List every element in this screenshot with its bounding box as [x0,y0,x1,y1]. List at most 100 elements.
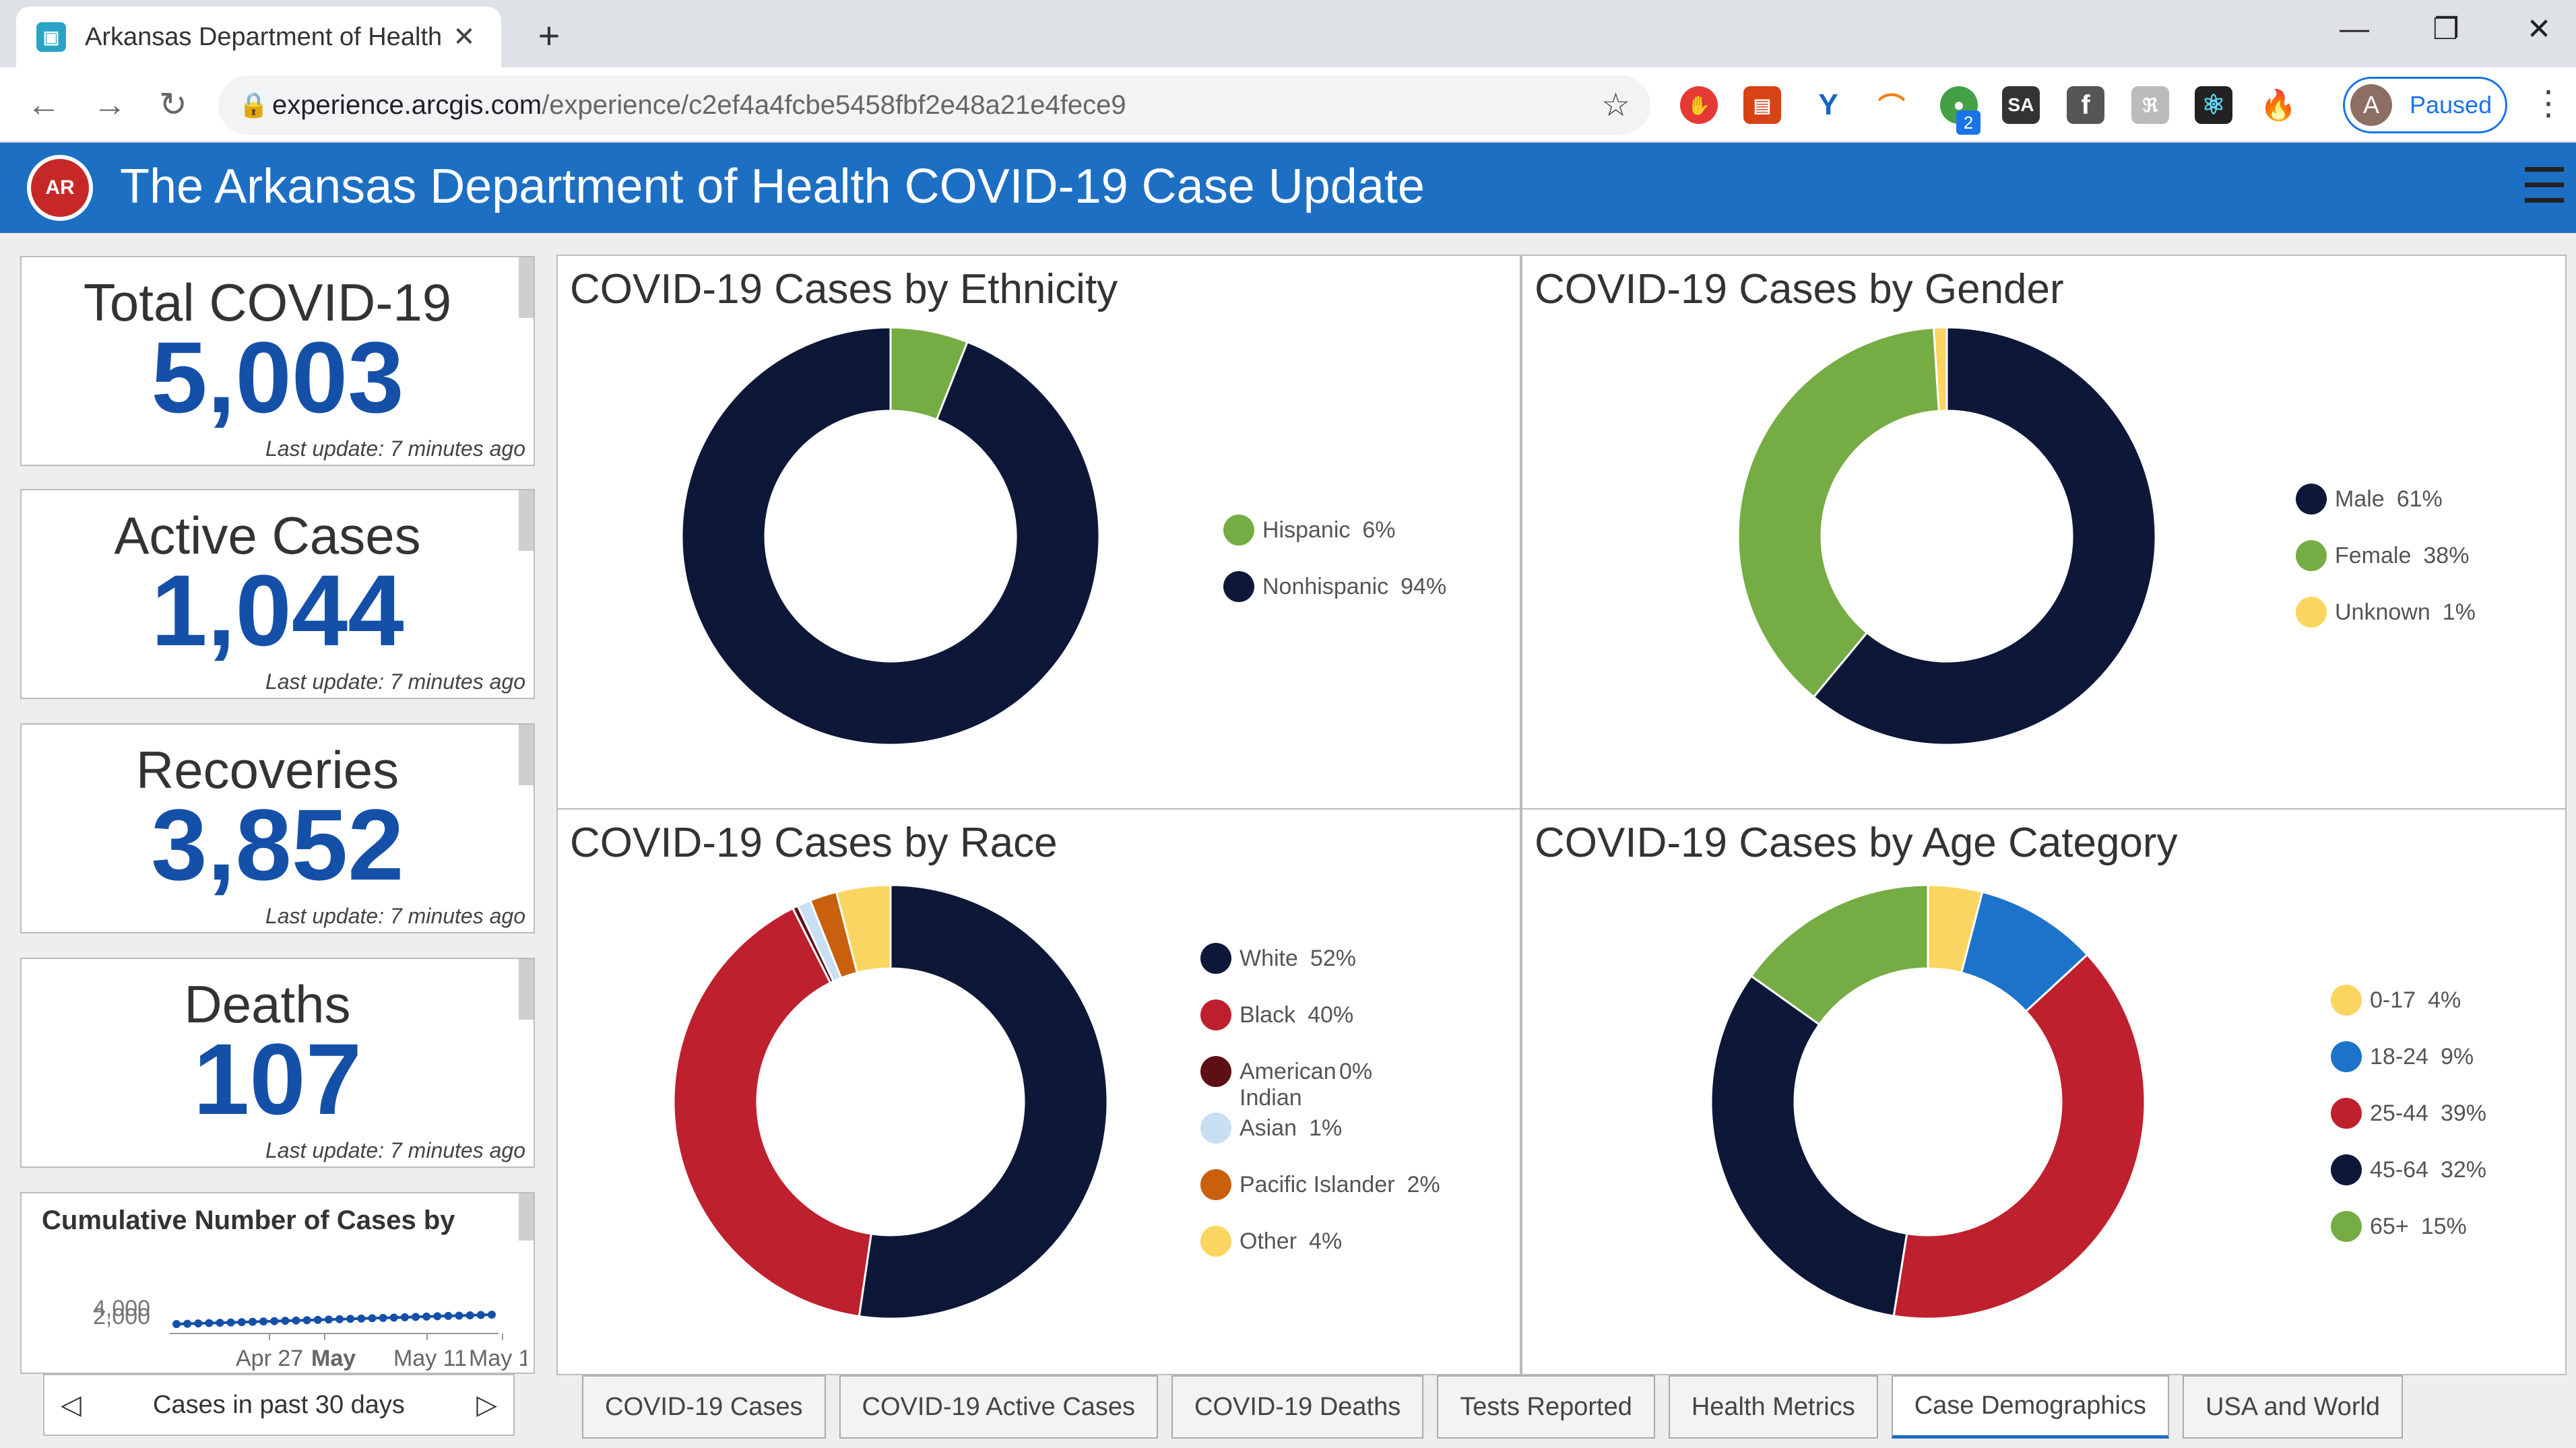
data-point[interactable] [259,1317,268,1326]
data-point[interactable] [465,1311,474,1319]
legend-swatch [1200,1056,1231,1087]
legend-item: 45-64 32% [2331,1154,2486,1185]
forward-icon[interactable]: → [86,85,133,124]
data-point[interactable] [205,1319,214,1327]
data-point[interactable] [324,1315,333,1324]
hamburger-menu-icon[interactable] [2525,167,2564,213]
scrollbar[interactable] [519,1193,534,1241]
data-point[interactable] [194,1319,203,1328]
data-point[interactable] [346,1315,355,1323]
minimize-icon[interactable]: — [2324,12,2385,46]
data-point[interactable] [248,1317,257,1326]
donut-slice-female[interactable] [1737,327,1940,698]
data-point[interactable] [313,1315,322,1324]
new-tab-button[interactable]: + [525,12,573,59]
tab-case-demographics[interactable]: Case Demographics [1891,1375,2169,1439]
legend-percent: 4% [1309,1228,1343,1254]
data-point[interactable] [335,1315,344,1323]
tab-tests-reported[interactable]: Tests Reported [1437,1375,1655,1439]
deaths-card: Deaths 107 Last update: 7 minutes ago [20,958,535,1168]
prev-arrow-icon[interactable]: ◁ [61,1389,82,1420]
data-point[interactable] [433,1312,442,1321]
bookmark-star-icon[interactable]: ☆ [1601,86,1630,124]
data-point[interactable] [270,1317,279,1325]
legend-swatch [1200,1113,1231,1144]
data-point[interactable] [216,1319,224,1327]
donut-slice-25-44[interactable] [1892,953,2146,1320]
data-point[interactable] [226,1318,235,1327]
data-point[interactable] [412,1313,420,1321]
legend-label: Hispanic [1262,517,1351,543]
next-arrow-icon[interactable]: ▷ [476,1389,497,1420]
legend-label: Asian [1239,1115,1297,1141]
scrollbar[interactable] [519,490,534,551]
donut-slice-white[interactable] [858,884,1109,1320]
x-tick-label: May 18 [469,1346,527,1371]
data-point[interactable] [237,1318,246,1327]
scrollbar[interactable] [519,257,534,318]
browser-tab-title: Arkansas Department of Health C [85,22,447,51]
fire-extension-icon[interactable]: 🔥 [2259,86,2297,124]
data-point[interactable] [379,1313,387,1322]
data-point[interactable] [389,1313,398,1322]
profile-button[interactable]: A Paused [2343,77,2507,133]
legend-swatch [1200,943,1231,974]
bottom-tab-bar: COVID-19 Cases COVID-19 Active Cases COV… [582,1375,2416,1439]
data-point[interactable] [281,1317,290,1325]
card-updated: Last update: 7 minutes ago [265,904,525,928]
sa-extension-icon[interactable]: SA [2002,86,2040,124]
tab-active-cases[interactable]: COVID-19 Active Cases [839,1375,1159,1439]
total-cases-card: Total COVID-19 5,003 Last update: 7 minu… [20,256,535,466]
facebook-extension-icon[interactable]: f [2067,86,2104,124]
scrollbar[interactable] [519,959,534,1020]
donut-slice-nonhispanic[interactable] [680,326,1101,746]
data-point[interactable] [183,1319,192,1328]
data-point[interactable] [292,1316,300,1325]
tab-health-metrics[interactable]: Health Metrics [1668,1375,1878,1439]
restore-icon[interactable]: ❐ [2416,12,2476,46]
tab-covid-19-cases[interactable]: COVID-19 Cases [582,1375,826,1439]
legend-label: Pacific Islander [1239,1172,1395,1197]
back-icon[interactable]: ← [20,85,67,124]
data-point[interactable] [302,1316,311,1325]
tab-usa-and-world[interactable]: USA and World [2182,1375,2404,1439]
legend-swatch [2331,985,2362,1016]
url-text[interactable]: experience.arcgis.com/experience/c2ef4a4… [272,90,1601,121]
avatar: A [2350,84,2392,126]
legend-swatch [2331,1154,2362,1185]
data-point[interactable] [422,1312,431,1321]
lock-icon: 🔒 [238,91,269,119]
legend-item: Male 61% [2296,484,2443,515]
y-extension-icon[interactable]: Y [1809,86,1847,124]
browser-tab-bar: ▣ Arkansas Department of Health C ✕ + — … [0,0,2576,67]
reload-icon[interactable]: ↻ [150,85,197,124]
legend-swatch [1200,1226,1231,1257]
data-point[interactable] [488,1311,496,1319]
font-extension-icon[interactable]: ℜ [2131,86,2169,124]
data-point[interactable] [455,1311,463,1320]
close-window-icon[interactable]: ✕ [2509,12,2569,46]
data-point[interactable] [444,1311,453,1320]
data-point[interactable] [357,1314,366,1323]
address-bar[interactable]: 🔒 experience.arcgis.com/experience/c2ef4… [218,75,1650,135]
react-devtools-icon[interactable]: ⚛ [2195,86,2232,124]
legend-label: 65+ [2370,1214,2409,1239]
data-point[interactable] [172,1320,181,1328]
legend-item: 65+ 15% [2331,1211,2467,1242]
data-point[interactable] [368,1314,377,1323]
data-point[interactable] [476,1311,485,1319]
data-point[interactable] [400,1313,409,1321]
donut-slice-45-64[interactable] [1710,975,1908,1317]
tab-close-icon[interactable]: ✕ [447,22,481,53]
pdf-extension-icon[interactable]: ▤ [1743,86,1781,124]
legend-percent: 4% [2428,987,2461,1013]
legend-percent: 40% [1308,1002,1354,1028]
browser-tab[interactable]: ▣ Arkansas Department of Health C ✕ [16,7,501,67]
arc-extension-icon[interactable]: ⌒ [1873,86,1910,124]
tab-deaths[interactable]: COVID-19 Deaths [1171,1375,1424,1439]
gender-donut-chart [1737,326,2157,746]
browser-menu-icon[interactable]: ⋮ [2532,84,2565,123]
ublock-extension-icon[interactable]: ✋ [1680,86,1718,124]
scrollbar[interactable] [519,725,534,785]
legend-percent: 61% [2396,486,2443,512]
